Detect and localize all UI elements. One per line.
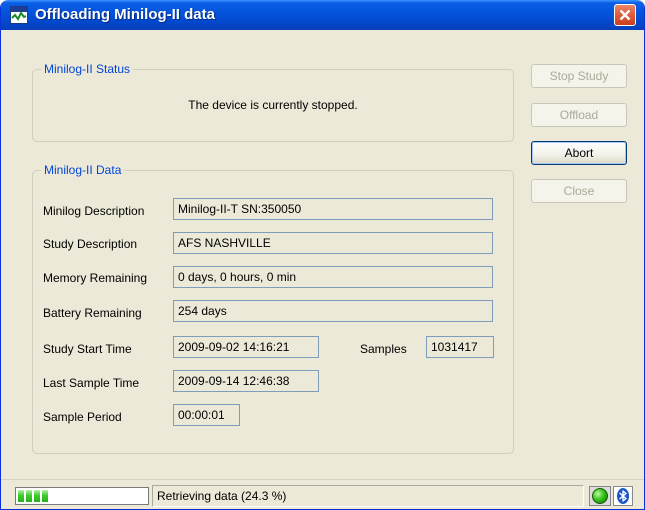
progress-block [42, 490, 48, 502]
progress-block [34, 490, 40, 502]
connection-status-icon [589, 486, 611, 506]
status-group-legend: Minilog-II Status [41, 62, 134, 76]
title-bar[interactable]: Offloading Minilog-II data [1, 0, 644, 30]
stop-study-button[interactable]: Stop Study [531, 64, 627, 88]
minilog-app-icon [10, 6, 28, 24]
memory-remaining-label: Memory Remaining [43, 271, 148, 285]
bluetooth-icon[interactable] [613, 486, 633, 506]
status-text: Retrieving data (24.3 %) [152, 485, 584, 507]
offload-dialog-window: Offloading Minilog-II data Minilog-II St… [0, 0, 645, 510]
sample-period-field[interactable]: 00:00:01 [173, 404, 240, 426]
status-groupbox: Minilog-II Status The device is currentl… [32, 62, 514, 142]
close-button[interactable]: Close [531, 179, 627, 203]
memory-remaining-field[interactable]: 0 days, 0 hours, 0 min [173, 266, 493, 288]
offload-button[interactable]: Offload [531, 103, 627, 127]
samples-field[interactable]: 1031417 [426, 336, 494, 358]
abort-button[interactable]: Abort [531, 141, 627, 165]
battery-remaining-label: Battery Remaining [43, 306, 142, 320]
study-start-time-label: Study Start Time [43, 342, 132, 356]
device-status-message: The device is currently stopped. [188, 98, 358, 112]
close-icon [619, 9, 631, 21]
last-sample-time-label: Last Sample Time [43, 376, 140, 390]
retrieval-progress-bar [15, 487, 149, 505]
sample-period-label: Sample Period [43, 410, 122, 424]
progress-fill [18, 490, 48, 502]
status-bar: Retrieving data (24.3 %) [1, 479, 644, 509]
study-description-field[interactable]: AFS NASHVILLE [173, 232, 493, 254]
study-description-label: Study Description [43, 237, 138, 251]
window-close-button[interactable] [614, 4, 636, 26]
samples-label: Samples [360, 342, 407, 356]
data-group-legend: Minilog-II Data [41, 163, 125, 177]
last-sample-time-field[interactable]: 2009-09-14 12:46:38 [173, 370, 319, 392]
minilog-description-field[interactable]: Minilog-II-T SN:350050 [173, 198, 493, 220]
progress-block [18, 490, 24, 502]
window-title: Offloading Minilog-II data [35, 6, 215, 23]
minilog-description-label: Minilog Description [43, 204, 145, 218]
study-start-time-field[interactable]: 2009-09-02 14:16:21 [173, 336, 319, 358]
green-led-icon [592, 488, 608, 504]
progress-block [26, 490, 32, 502]
battery-remaining-field[interactable]: 254 days [173, 300, 493, 322]
